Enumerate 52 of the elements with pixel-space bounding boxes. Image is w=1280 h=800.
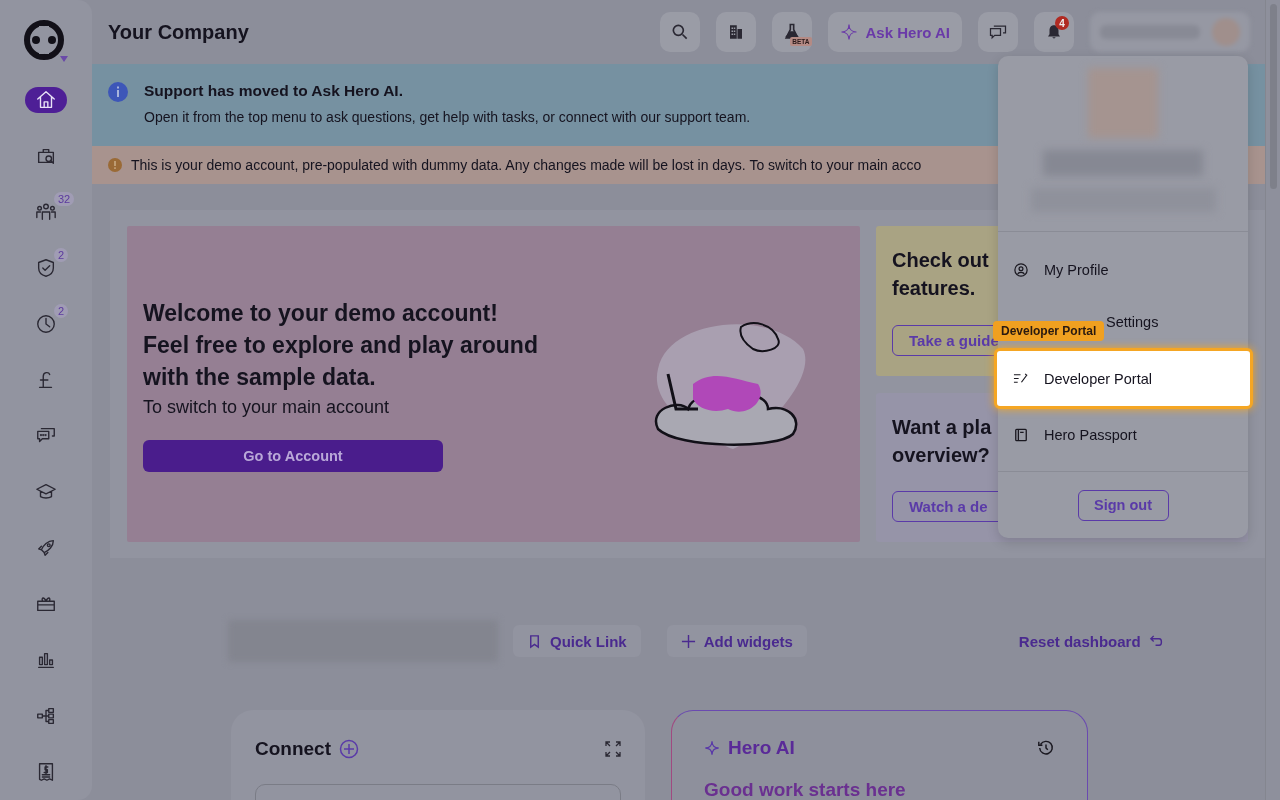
edit-lines-icon: [1013, 371, 1028, 386]
clock-icon: [35, 313, 57, 335]
warning-icon: [108, 158, 122, 172]
scrollbar[interactable]: [1265, 0, 1280, 800]
notifications-button[interactable]: 4: [1034, 12, 1074, 52]
card-heading: Check out features.: [892, 248, 989, 301]
widget-title: Hero AI: [728, 737, 795, 759]
book-icon: [1014, 428, 1028, 442]
banner-title: Support has moved to Ask Hero AI.: [144, 82, 404, 100]
quick-link-button[interactable]: Quick Link: [513, 625, 641, 657]
banner-text: Open it from the top menu to ask questions, get help with tasks, or connect with our support team.: [144, 109, 751, 125]
tree-icon: [35, 705, 57, 727]
add-circle-icon[interactable]: [339, 739, 359, 759]
sparkle-icon: [704, 740, 720, 756]
sparkle-icon: [839, 23, 858, 41]
messages-button[interactable]: [978, 12, 1018, 52]
card-heading: Want a pla overview?: [892, 414, 992, 468]
expand-icon[interactable]: [605, 741, 621, 757]
menu-item[interactable]: My Profile: [998, 244, 1248, 296]
sign-out-button[interactable]: Sign out: [1077, 489, 1169, 521]
go-to-account-button[interactable]: Go to Account: [143, 439, 443, 472]
menu-item[interactable]: Developer Portal: [994, 348, 1253, 409]
plus-icon: [680, 633, 696, 649]
widget-title: Connect: [255, 738, 331, 760]
welcome-subtitle: To switch to your main account: [143, 396, 391, 418]
shield-icon: [35, 257, 57, 279]
add-widgets-button[interactable]: Add widgets: [666, 625, 807, 657]
page-title: Your Company: [108, 20, 249, 44]
logo-icon[interactable]: [24, 20, 68, 64]
widget-subtitle: Good work starts here: [704, 779, 907, 800]
reset-dashboard-button[interactable]: Reset dashboard: [1012, 631, 1170, 651]
count-badge: 2: [54, 304, 69, 318]
people-icon: [35, 201, 57, 223]
bookmark-icon: [527, 633, 542, 649]
rocket-icon: [35, 537, 57, 559]
home-icon: [35, 89, 57, 111]
user-circle-icon: [1014, 263, 1028, 277]
info-icon: [108, 82, 128, 102]
count-badge: 2: [54, 248, 69, 262]
history-icon[interactable]: [1037, 739, 1055, 757]
search-button[interactable]: [659, 12, 700, 52]
count-badge: 32: [54, 192, 75, 206]
tooltip: Developer Portal: [993, 321, 1105, 341]
avatar: [1212, 18, 1240, 46]
notification-badge: 4: [1055, 16, 1069, 30]
nav-item[interactable]: [25, 87, 67, 113]
ask-ai-button[interactable]: Ask Hero AI: [827, 12, 962, 52]
company-button[interactable]: [715, 12, 756, 52]
welcome-heading: Welcome to your demo account! Feel free to explore and play around with the sample data.: [143, 298, 538, 392]
menu-item[interactable]: Hero Passport: [998, 409, 1248, 461]
undo-icon: [1148, 633, 1164, 649]
banner-text: This is your demo account, pre-populated with dummy data. Any changes made will be lost in days. To switch to your main acco: [131, 157, 922, 173]
